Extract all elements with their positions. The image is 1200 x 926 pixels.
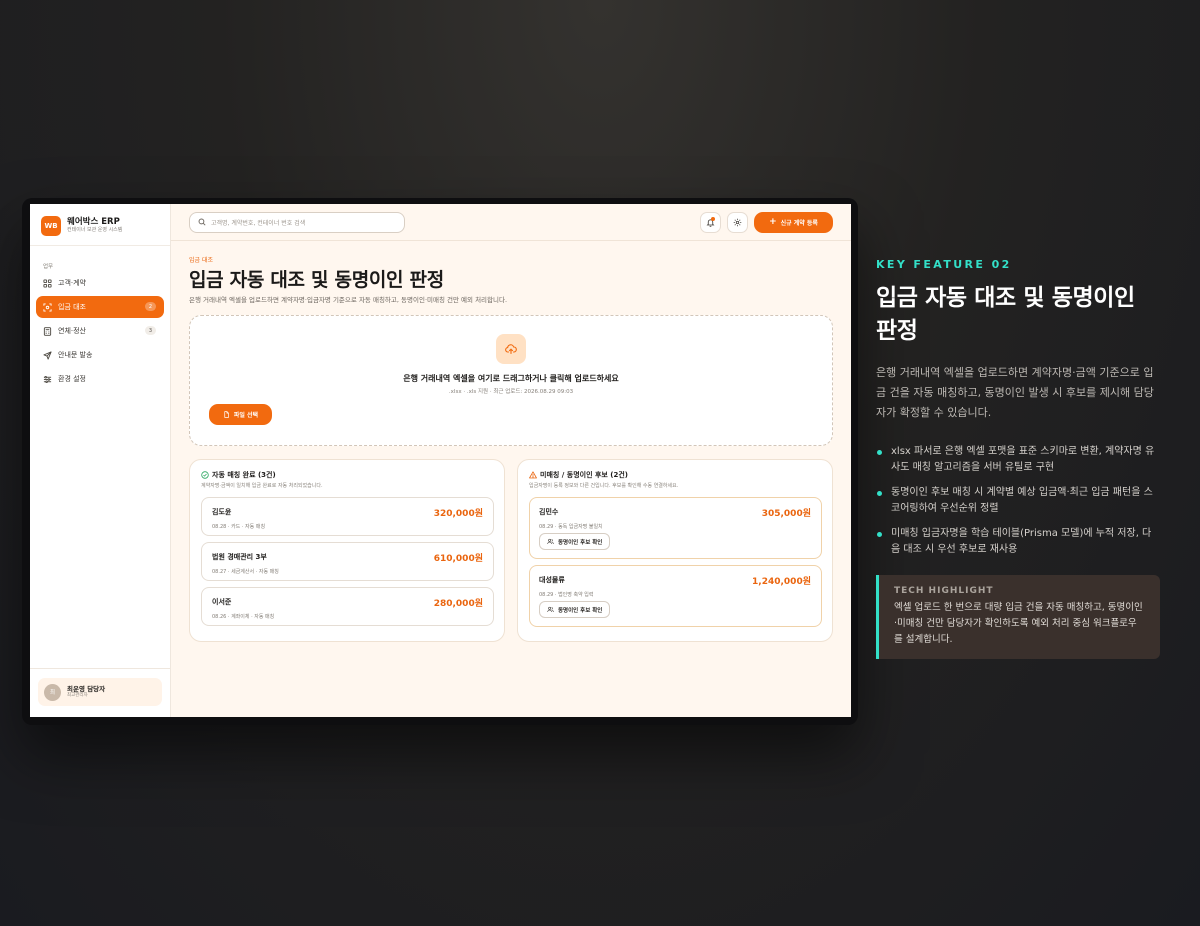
plus-icon: + bbox=[769, 216, 777, 227]
notification-dot bbox=[711, 216, 715, 221]
tech-highlight: TECH HIGHLIGHT 엑셀 업로드 한 번으로 대량 입금 건을 자동 … bbox=[876, 575, 1160, 659]
sidebar-item-settlement[interactable]: 연체·정산 3 bbox=[36, 320, 164, 342]
notification-button[interactable] bbox=[700, 211, 721, 233]
scan-icon bbox=[43, 302, 52, 312]
brand-logo: WB bbox=[41, 215, 61, 236]
unmatched-title: 미매칭 / 동명이인 후보 (2건) bbox=[529, 469, 822, 480]
payment-meta: 08.28 · 카드 · 자동 매칭 bbox=[212, 524, 266, 530]
payment-amount: 320,000원 bbox=[433, 509, 483, 519]
app-subtitle: 컨테이너 보관 운영 시스템 bbox=[67, 227, 123, 233]
unmatched-card: 미매칭 / 동명이인 후보 (2건) 입금자명이 등록 정보와 다른 건입니다.… bbox=[517, 459, 833, 642]
tech-text: 엑셀 업로드 한 번으로 대량 입금 건을 자동 매칭하고, 동명이인·미매칭 … bbox=[894, 602, 1143, 645]
user-card[interactable]: 최 최운영 담당자 최고관리자 bbox=[38, 678, 162, 706]
grid-icon bbox=[43, 278, 52, 288]
app-name: 웨어박스 ERP bbox=[67, 217, 120, 227]
user-role: 최고관리자 bbox=[67, 693, 88, 698]
avatar: 최 bbox=[44, 683, 61, 701]
sidebar-item-label: 입금 대조 bbox=[58, 303, 86, 311]
user-name: 최운영 담당자 bbox=[67, 685, 106, 693]
feature-description: 은행 거래내역 엑셀을 업로드하면 계약자명·금액 기준으로 입금 건을 자동 … bbox=[876, 366, 1154, 419]
payment-amount: 280,000원 bbox=[433, 599, 483, 609]
upload-subtitle: .xlsx · .xls 지원 · 최근 업로드: 2026.08.29 09:… bbox=[448, 389, 574, 395]
sidebar-item-label: 고객·계약 bbox=[58, 279, 86, 287]
payment-meta: 08.26 · 계좌이체 · 자동 매칭 bbox=[212, 614, 275, 620]
brand[interactable]: WB 웨어박스 ERP 컨테이너 보관 운영 시스템 bbox=[30, 204, 170, 246]
sidebar-item-label: 연체·정산 bbox=[58, 327, 86, 335]
payment-amount: 305,000원 bbox=[761, 509, 811, 519]
feature-bullets: xlsx 파서로 은행 엑셀 포맷을 표준 스키마로 변환, 계약자명 유사도 … bbox=[876, 444, 1160, 558]
feature-bullet: xlsx 파서로 은행 엑셀 포맷을 표준 스키마로 변환, 계약자명 유사도 … bbox=[876, 444, 1160, 476]
upload-title: 은행 거래내역 엑셀을 여기로 드래그하거나 클릭해 업로드하세요 bbox=[403, 374, 619, 383]
payment-amount: 1,240,000원 bbox=[752, 577, 811, 587]
payment-meta: 08.29 · 동독 입금자명 불일치 bbox=[539, 524, 603, 530]
feature-tag: KEY FEATURE 02 bbox=[876, 258, 1012, 271]
search-icon bbox=[198, 218, 206, 226]
feature-title: 입금 자동 대조 및 동명이인 판정 bbox=[876, 285, 1135, 344]
sidebar-item-customers[interactable]: 고객·계약 bbox=[36, 272, 164, 294]
sidebar-item-deposit-matching[interactable]: 입금 대조 2 bbox=[36, 296, 164, 318]
tech-label: TECH HIGHLIGHT bbox=[894, 586, 994, 596]
sliders-icon bbox=[43, 375, 52, 384]
user-section: 최 최운영 담당자 최고관리자 bbox=[30, 668, 170, 717]
sidebar: WB 웨어박스 ERP 컨테이너 보관 운영 시스템 업무 고객·계약 입금 대… bbox=[30, 204, 171, 717]
check-circle-icon bbox=[201, 470, 209, 479]
matched-title: 자동 매칭 완료 (3건) bbox=[201, 469, 494, 480]
sidebar-item-label: 환경 설정 bbox=[58, 375, 86, 383]
file-icon bbox=[224, 411, 229, 418]
file-select-label: 파일 선택 bbox=[233, 412, 259, 419]
nav-section-label: 업무 bbox=[43, 264, 54, 270]
feature-bullet: 동명이인 후보 매칭 시 계약별 예상 입금액·최근 입금 패턴을 스코어링하여… bbox=[876, 485, 1160, 517]
new-contract-button[interactable]: + 신규 계약 등록 bbox=[754, 211, 833, 233]
payment-amount: 610,000원 bbox=[433, 554, 483, 564]
file-select-button[interactable]: 파일 선택 bbox=[209, 404, 272, 425]
matched-row[interactable]: 김도윤 08.28 · 카드 · 자동 매칭 320,000원 bbox=[201, 497, 494, 536]
settings-button[interactable] bbox=[727, 211, 748, 233]
users-icon bbox=[547, 606, 554, 613]
search-input[interactable]: 고객명, 계약번호, 컨테이너 번호 검색 bbox=[189, 211, 405, 233]
sidebar-nav: 고객·계약 입금 대조 2 연체·정산 3 안내문 발송 환경 설정 bbox=[30, 272, 170, 390]
calculator-icon bbox=[43, 326, 52, 336]
matched-card: 자동 매칭 완료 (3건) 계약자명·금액이 일치해 입금 완료로 자동 처리되… bbox=[189, 459, 505, 642]
sidebar-item-label: 안내문 발송 bbox=[58, 351, 93, 359]
unmatched-row[interactable]: 김민수 08.29 · 동독 입금자명 불일치 305,000원 동명이인 후보… bbox=[529, 497, 822, 559]
send-icon bbox=[43, 350, 52, 360]
count-badge: 3 bbox=[145, 326, 156, 335]
page-content: 입금 대조 입금 자동 대조 및 동명이인 판정 은행 거래내역 엑셀을 업로드… bbox=[171, 241, 851, 642]
count-badge: 2 bbox=[145, 302, 156, 311]
sidebar-item-settings[interactable]: 환경 설정 bbox=[36, 368, 164, 390]
matched-row[interactable]: 법원 경매관리 3부 08.27 · 세금계산서 · 자동 매칭 610,000… bbox=[201, 542, 494, 581]
check-candidates-button[interactable]: 동명이인 후보 확인 bbox=[539, 533, 611, 550]
check-candidates-button[interactable]: 동명이인 후보 확인 bbox=[539, 601, 611, 618]
sidebar-item-notice[interactable]: 안내문 발송 bbox=[36, 344, 164, 366]
upload-dropzone[interactable]: 은행 거래내역 엑셀을 여기로 드래그하거나 클릭해 업로드하세요 .xlsx … bbox=[189, 315, 833, 446]
topbar: 고객명, 계약번호, 컨테이너 번호 검색 + 신규 계약 등록 bbox=[171, 204, 851, 241]
search-placeholder: 고객명, 계약번호, 컨테이너 번호 검색 bbox=[211, 219, 306, 227]
warning-icon bbox=[529, 470, 537, 478]
gear-icon bbox=[733, 218, 742, 226]
feature-bullet: 미매칭 입금자명을 학습 테이블(Prisma 모델)에 누적 저장, 다음 대… bbox=[876, 526, 1160, 558]
page-title: 입금 자동 대조 및 동명이인 판정 bbox=[189, 269, 444, 291]
payment-meta: 08.29 · 법인명 축약 입력 bbox=[539, 592, 594, 598]
matched-description: 계약자명·금액이 일치해 입금 완료로 자동 처리되었습니다. bbox=[201, 483, 323, 489]
new-contract-label: 신규 계약 등록 bbox=[780, 219, 818, 227]
unmatched-row[interactable]: 대성물류 08.29 · 법인명 축약 입력 1,240,000원 동명이인 후… bbox=[529, 565, 822, 627]
unmatched-description: 입금자명이 등록 정보와 다른 건입니다. 후보를 확인해 수동 연결하세요. bbox=[529, 483, 679, 489]
users-icon bbox=[547, 538, 554, 545]
upload-cloud-icon bbox=[496, 334, 526, 364]
matched-row[interactable]: 이서준 08.26 · 계좌이체 · 자동 매칭 280,000원 bbox=[201, 587, 494, 626]
page-description: 은행 거래내역 엑셀을 업로드하면 계약자명·입금자명 기준으로 자동 매칭하고… bbox=[189, 296, 508, 304]
page-eyebrow: 입금 대조 bbox=[189, 257, 213, 264]
main-content: 고객명, 계약번호, 컨테이너 번호 검색 + 신규 계약 등록 입금 대조 입… bbox=[171, 204, 851, 717]
app-screen: WB 웨어박스 ERP 컨테이너 보관 운영 시스템 업무 고객·계약 입금 대… bbox=[30, 204, 851, 717]
feature-panel: KEY FEATURE 02 입금 자동 대조 및 동명이인 판정 은행 거래내… bbox=[876, 258, 1160, 659]
payment-meta: 08.27 · 세금계산서 · 자동 매칭 bbox=[212, 569, 279, 575]
